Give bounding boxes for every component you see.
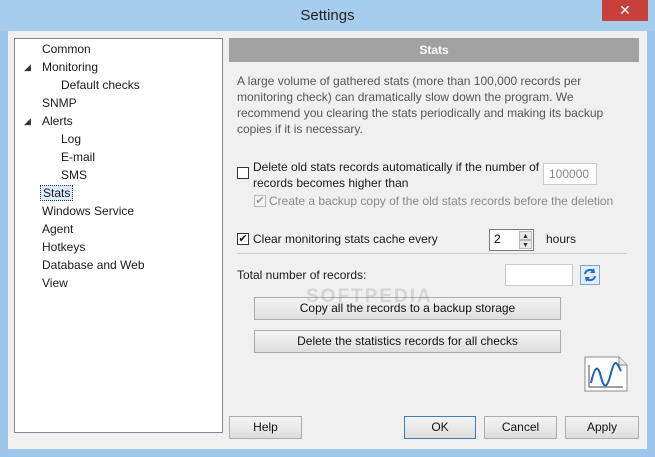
tree-item-alerts[interactable]: ◢ Alerts [24,113,75,130]
tree-item-label: E-mail [61,150,96,164]
tree-item-label: Log [61,132,82,146]
tree-item-database-and-web[interactable]: Database and Web [40,257,147,274]
tree-item-label: Alerts [42,114,73,128]
tree-expander-icon[interactable]: ◢ [24,117,33,126]
backup-copy-checkbox[interactable]: ✔ [254,195,266,207]
tree-item-monitoring[interactable]: ◢ Monitoring [24,59,100,76]
title-bar[interactable]: Settings ✕ [0,0,655,31]
tree-item-windows-service[interactable]: Windows Service [40,203,136,220]
panel-header: Stats [229,38,639,62]
stats-description: A large volume of gathered stats (more t… [237,74,604,136]
max-records-input[interactable]: 100000 [543,163,597,185]
tree-item-label: Monitoring [42,60,99,74]
total-records-field [505,264,573,286]
backup-copy-label: Create a backup copy of the old stats re… [269,194,614,208]
refresh-icon[interactable] [581,266,599,284]
client-area: Common ◢ Monitoring Default checks SNMP ◢ Aler… [8,31,647,449]
hours-label: hours [546,232,577,246]
tree-item-label: Common [42,42,91,56]
separator [237,253,627,254]
tree-item-snmp[interactable]: SNMP [40,95,79,112]
tree-item-label: Windows Service [42,204,135,218]
tree-item-label: Database and Web [42,258,145,272]
ok-button[interactable]: OK [404,416,476,439]
clear-cache-checkbox[interactable]: ✔ [237,233,249,245]
total-records-label: Total number of records: [237,268,367,282]
tree-item-common[interactable]: Common [40,41,93,58]
settings-tree[interactable]: Common ◢ Monitoring Default checks SNMP ◢ Aler… [14,38,223,433]
tree-item-default-checks[interactable]: Default checks [59,77,142,94]
tree-item-label: SMS [61,168,88,182]
tree-item-stats[interactable]: Stats [40,185,74,202]
tree-item-sms[interactable]: SMS [59,167,89,184]
stepper-down-icon[interactable]: ▼ [519,240,532,249]
tree-item-hotkeys[interactable]: Hotkeys [40,239,87,256]
tree-item-label: Default checks [61,78,140,92]
tree-item-log[interactable]: Log [59,131,83,148]
apply-button[interactable]: Apply [565,416,639,439]
tree-item-label: Stats [40,185,74,201]
delete-old-checkbox[interactable] [237,167,249,179]
tree-item-label: SNMP [42,96,77,110]
clear-cache-label: Clear monitoring stats cache every [253,232,438,246]
window-title: Settings [300,7,355,24]
stats-chart-icon [584,356,628,392]
stepper-up-icon[interactable]: ▲ [519,231,532,240]
cache-hours-stepper[interactable]: 2 ▲ ▼ [489,229,534,251]
close-icon[interactable]: ✕ [619,2,631,18]
copy-records-button[interactable]: Copy all the records to a backup storage [254,297,561,320]
tree-item-agent[interactable]: Agent [40,221,75,238]
refresh-button[interactable] [580,265,600,285]
settings-window: Settings ✕ Common ◢ Monitoring Default chec… [0,0,655,457]
delete-records-button[interactable]: Delete the statistics records for all ch… [254,330,561,353]
delete-old-label: Delete old stats records automatically i… [253,160,540,190]
cache-hours-value[interactable]: 2 [494,232,501,246]
tree-item-view[interactable]: View [40,275,70,292]
help-button[interactable]: Help [229,416,302,439]
tree-item-e-mail[interactable]: E-mail [59,149,97,166]
close-button[interactable]: ✕ [602,0,648,21]
tree-item-label: Hotkeys [42,240,86,254]
tree-item-label: View [42,276,68,290]
cancel-button[interactable]: Cancel [484,416,557,439]
tree-expander-icon[interactable]: ◢ [24,63,33,72]
tree-item-label: Agent [42,222,74,236]
